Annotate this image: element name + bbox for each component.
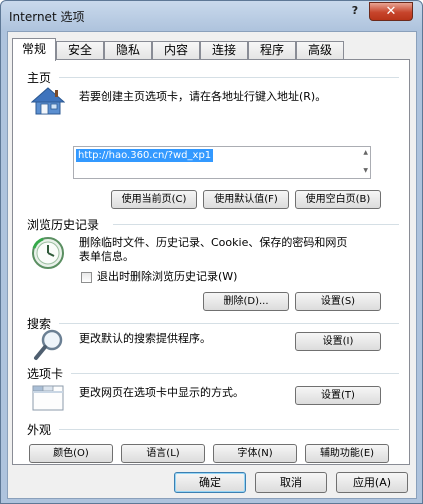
delete-history-on-exit-checkbox[interactable] [81,272,92,283]
history-section-title: 浏览历史记录 [27,218,100,232]
close-button[interactable]: ✕ [369,2,413,21]
history-description-line1: 删除临时文件、历史记录、Cookie、保存的密码和网页 [79,236,348,249]
delete-history-on-exit-label[interactable]: 退出时删除浏览历史记录(W) [97,270,237,284]
history-settings-button[interactable]: 设置(S) [295,292,381,311]
fonts-button[interactable]: 字体(N) [213,444,297,463]
languages-button[interactable]: 语言(L) [121,444,205,463]
help-button[interactable]: ? [343,3,367,20]
home-description: 若要创建主页选项卡，请在各地址行键入地址(R)。 [79,90,327,103]
general-tab-panel: 主页 若要创建主页选项卡，请在各地址行键入地址(R)。 http://hao.3… [12,59,410,465]
history-description-line2: 表单信息。 [79,250,134,263]
accessibility-button[interactable]: 辅助功能(E) [305,444,389,463]
appearance-section-title: 外观 [27,423,52,437]
tab-connections[interactable]: 连接 [200,41,248,60]
history-section-divider [113,224,399,225]
search-settings-button[interactable]: 设置(I) [295,332,381,351]
search-section-divider [59,323,399,324]
scroll-up-arrow-icon[interactable]: ▲ [363,149,368,156]
appearance-section-divider [59,429,399,430]
tab-advanced[interactable]: 高级 [296,41,344,60]
tab-general[interactable]: 常规 [12,38,56,61]
tab-privacy[interactable]: 隐私 [104,41,152,60]
home-page-urls-textbox[interactable]: http://hao.360.cn/?wd_xp1 ▲ ▼ [73,146,371,179]
apply-button[interactable]: 应用(A) [336,472,408,493]
tab-content[interactable]: 内容 [152,41,200,60]
search-description: 更改默认的搜索提供程序。 [79,332,211,345]
house-icon [31,87,65,115]
use-default-button[interactable]: 使用默认值(F) [203,190,289,209]
home-section-divider [59,77,399,78]
title-bar[interactable]: Internet 选项 ? ✕ [1,1,422,29]
tab-programs[interactable]: 程序 [248,41,296,60]
use-current-button[interactable]: 使用当前页(C) [111,190,197,209]
scroll-down-arrow-icon[interactable]: ▼ [363,167,368,174]
tabs-description: 更改网页在选项卡中显示的方式。 [79,386,244,399]
magnifier-icon [34,329,63,360]
home-section-title: 主页 [27,71,52,85]
dialog-client-area: 常规 安全 隐私 内容 连接 程序 高级 主页 若要创建主页选项卡，请在各地址行… [7,31,417,499]
clock-icon [32,237,64,269]
use-blank-button[interactable]: 使用空白页(B) [295,190,381,209]
delete-history-button[interactable]: 删除(D)... [203,292,289,311]
colors-button[interactable]: 颜色(O) [29,444,113,463]
tabbed-window-icon [32,385,64,411]
cancel-button[interactable]: 取消 [255,472,327,493]
home-page-url-value: http://hao.360.cn/?wd_xp1 [76,149,214,162]
tabs-settings-button[interactable]: 设置(T) [295,386,381,405]
tab-security[interactable]: 安全 [56,41,104,60]
dialog-window: Internet 选项 ? ✕ 常规 安全 隐私 内容 连接 程序 高级 主页 [0,0,423,504]
ok-button[interactable]: 确定 [174,472,246,493]
tabs-section-title: 选项卡 [27,367,64,381]
tabs-section-divider [71,373,399,374]
window-title: Internet 选项 [9,10,85,24]
